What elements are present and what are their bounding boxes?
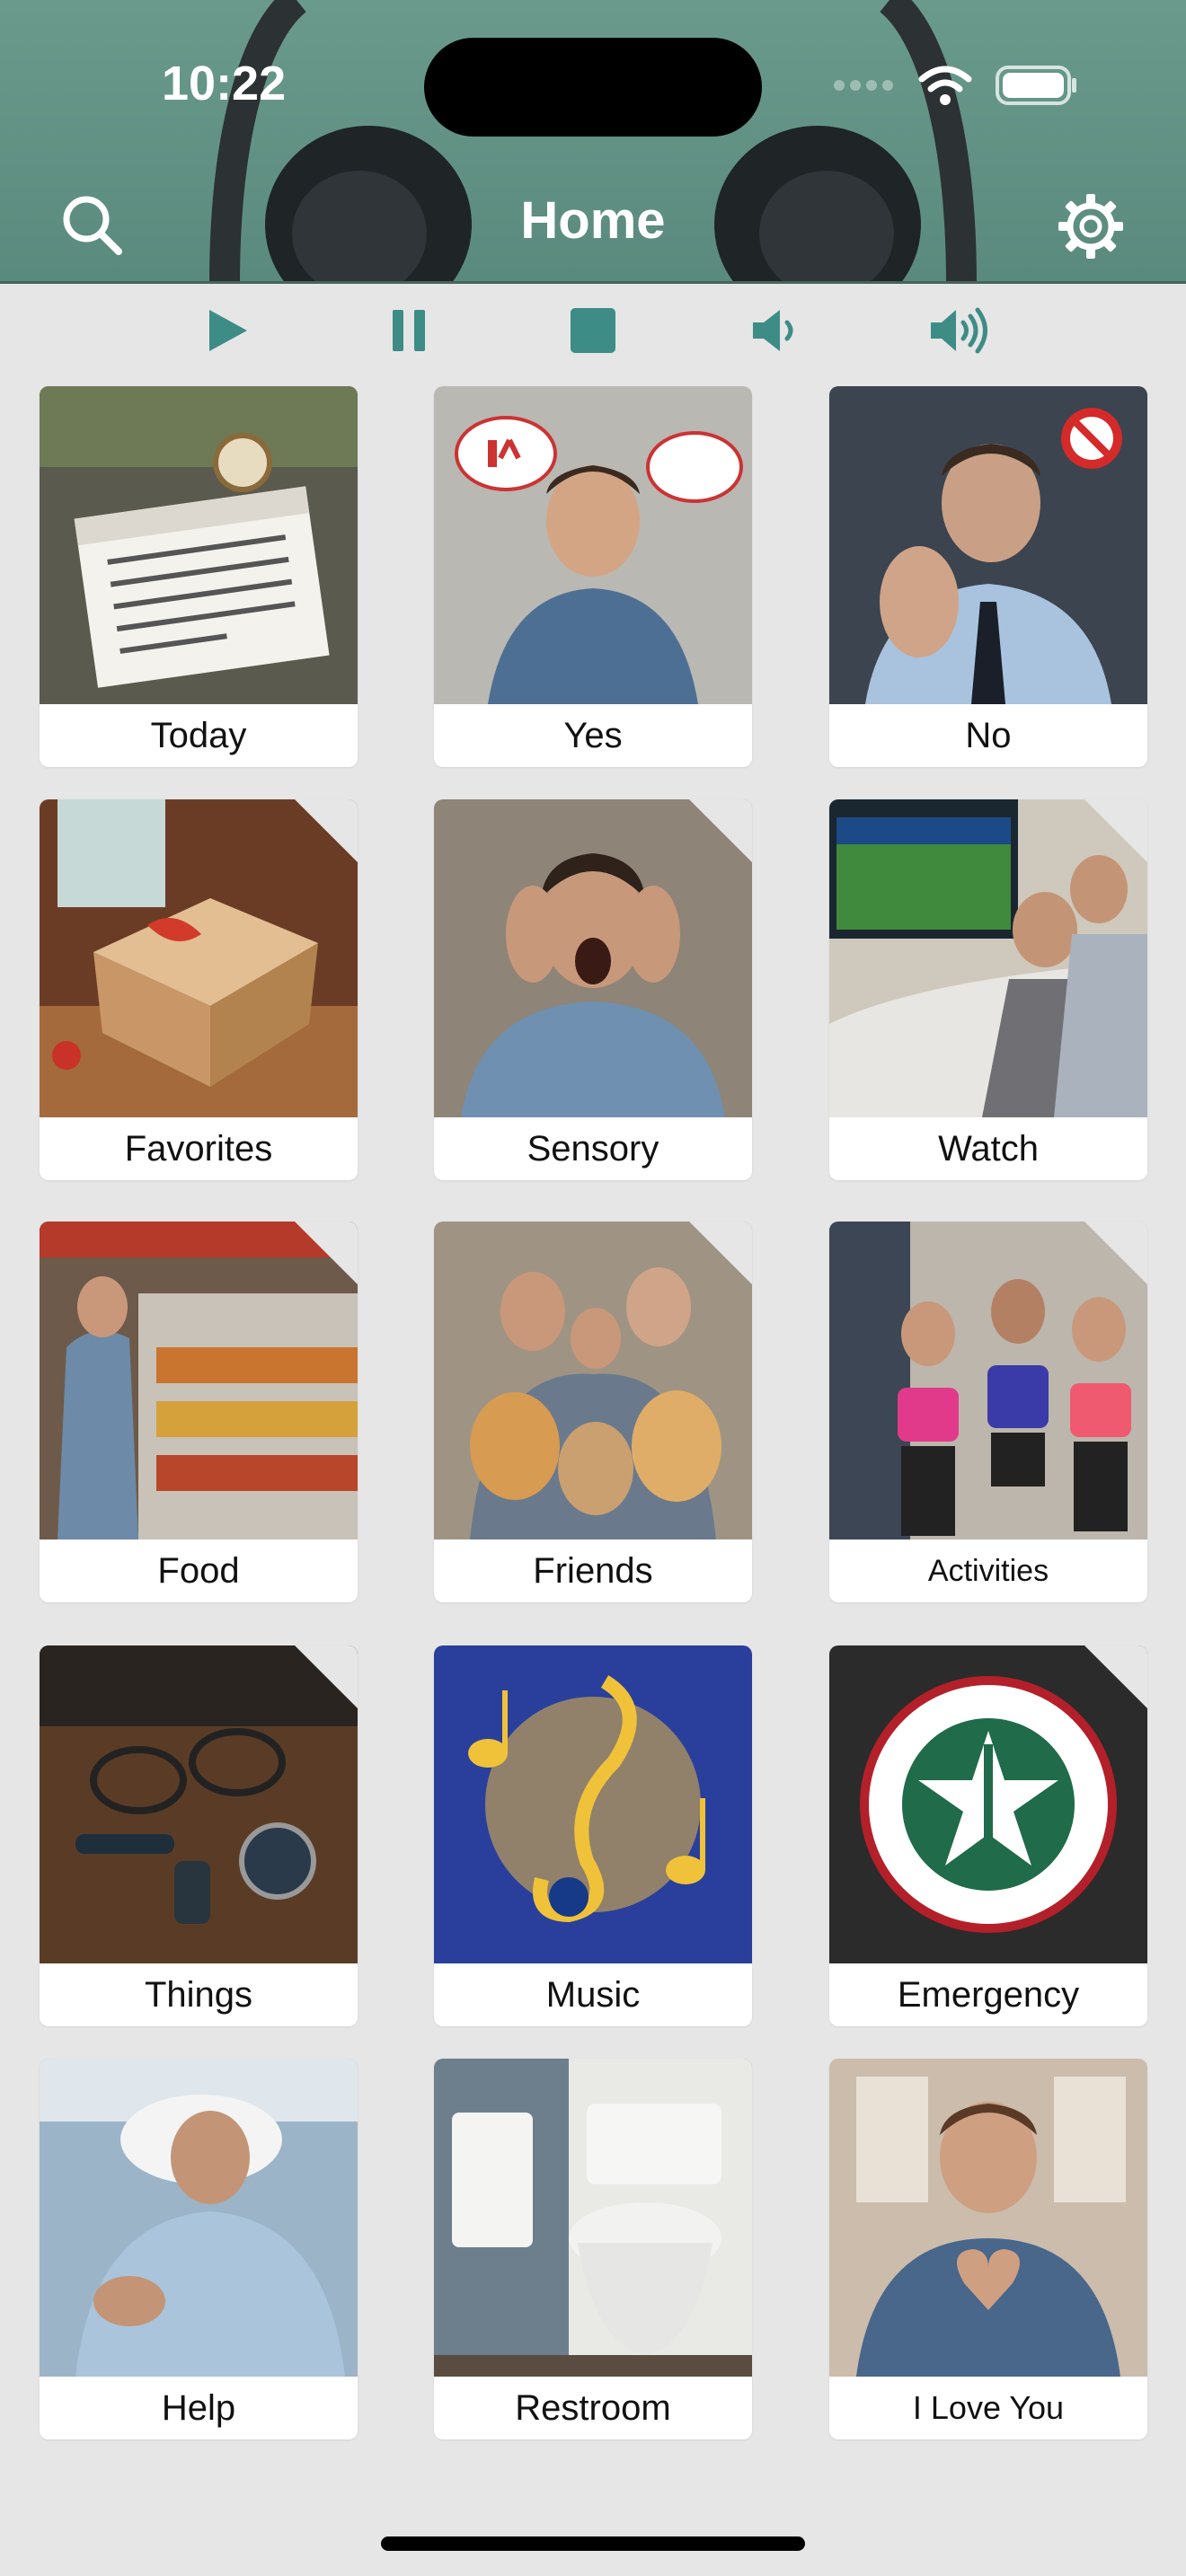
tile-label: Activities [927, 1553, 1049, 1588]
folder-corner [295, 1645, 358, 1708]
tile-label: Emergency [897, 1974, 1080, 2015]
tile-label: Things [144, 1974, 253, 2015]
status-icons [832, 65, 1078, 106]
tile-label: Favorites [124, 1128, 273, 1169]
tile-friends[interactable]: Friends [434, 1222, 752, 1602]
folder-corner [689, 799, 752, 862]
dynamic-island [424, 38, 762, 137]
folder-corner [295, 1222, 358, 1284]
play-icon [209, 310, 247, 351]
tile-label: Food [157, 1550, 240, 1591]
i-love-you-image [829, 2059, 1147, 2377]
help-hospital-image [40, 2059, 358, 2377]
volume-low-icon [753, 310, 793, 351]
volume-low-button[interactable] [748, 302, 805, 359]
battery-icon [996, 66, 1076, 105]
tile-activities[interactable]: Activities [829, 1222, 1147, 1602]
status-time: 10:22 [162, 57, 287, 110]
tile-i-love-you[interactable]: I Love You [829, 2059, 1147, 2439]
folder-corner [1084, 1645, 1147, 1708]
pause-icon [393, 310, 425, 351]
tile-label: I Love You [912, 2389, 1065, 2426]
tile-things[interactable]: Things [40, 1645, 358, 2026]
yes-person-image [434, 386, 752, 704]
tile-music[interactable]: Music [434, 1645, 752, 2026]
tile-label: Music [545, 1974, 641, 2015]
tile-label: Restroom [515, 2387, 671, 2428]
gear-icon[interactable] [1055, 190, 1127, 262]
folder-corner [689, 1222, 752, 1284]
tile-emergency[interactable]: Emergency [829, 1645, 1147, 2026]
tile-label: Yes [563, 715, 623, 755]
tile-yes[interactable]: Yes [434, 386, 752, 767]
tile-food[interactable]: Food [40, 1222, 358, 1602]
app-header: 10:22 Home [0, 0, 1186, 284]
tile-help[interactable]: Help [40, 2059, 358, 2439]
volume-high-icon [931, 307, 987, 354]
calendar-image [40, 386, 358, 704]
play-button[interactable] [198, 302, 255, 359]
toilet-image [434, 2059, 752, 2377]
tile-label: Friends [533, 1550, 653, 1591]
tile-label: Help [161, 2387, 236, 2428]
tile-no[interactable]: No [829, 386, 1147, 767]
playback-controls [0, 284, 1186, 374]
music-notes-image [434, 1645, 752, 1963]
tile-label: Watch [938, 1128, 1039, 1169]
folder-corner [1084, 1222, 1147, 1284]
volume-high-button[interactable] [929, 302, 992, 359]
wifi-icon [918, 66, 972, 105]
tile-label: No [965, 715, 1012, 755]
home-indicator[interactable] [381, 2536, 805, 2551]
tile-label: Today [150, 715, 247, 755]
page-title: Home [520, 191, 666, 250]
tile-sensory[interactable]: Sensory [434, 799, 752, 1180]
folder-corner [1084, 799, 1147, 862]
tile-label: Sensory [527, 1128, 659, 1169]
tile-favorites[interactable]: Favorites [40, 799, 358, 1180]
tile-watch[interactable]: Watch [829, 799, 1147, 1180]
stop-icon [571, 308, 615, 353]
pause-button[interactable] [381, 302, 438, 359]
no-person-image [829, 386, 1147, 704]
tile-restroom[interactable]: Restroom [434, 2059, 752, 2439]
folder-corner [295, 799, 358, 862]
signal-icon [834, 80, 893, 91]
tile-today[interactable]: Today [40, 386, 358, 767]
stop-button[interactable] [564, 302, 622, 359]
